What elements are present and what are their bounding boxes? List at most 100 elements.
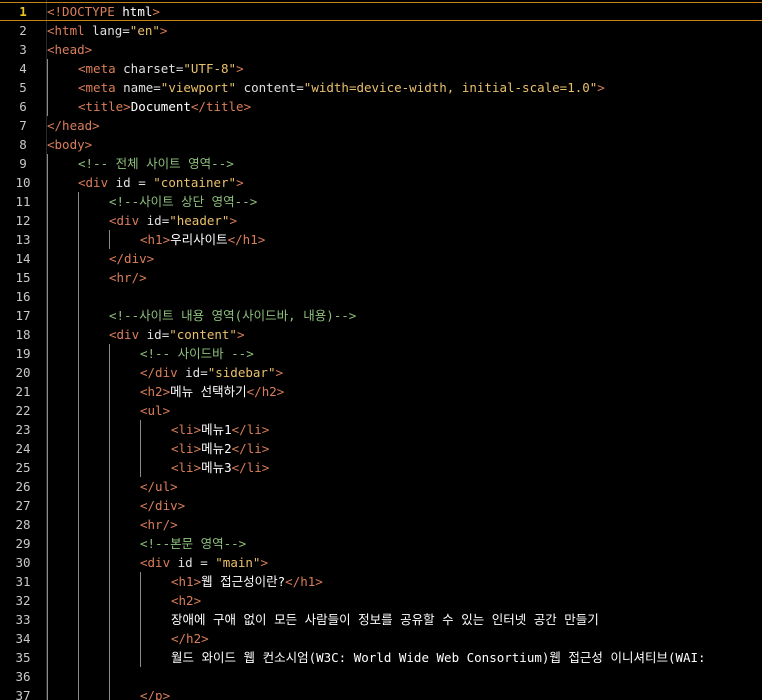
code-line[interactable]: 29 <!--본문 영역--> xyxy=(0,534,762,553)
code-line[interactable]: 3 <head> xyxy=(0,40,762,59)
code-text: <body> xyxy=(47,135,92,154)
line-number: 29 xyxy=(15,536,31,551)
code-line[interactable]: 8 <body> xyxy=(0,135,762,154)
code-line[interactable]: 32 <h2> xyxy=(0,591,762,610)
line-number: 11 xyxy=(15,194,31,209)
line-number: 4 xyxy=(19,61,27,76)
code-token-tag: <hr/> xyxy=(140,517,178,532)
code-token-tag: <li> xyxy=(171,460,202,475)
code-token-string: "content" xyxy=(169,327,237,342)
code-token-string: "width=device-width, initial-scale=1.0" xyxy=(303,80,598,95)
code-line[interactable]: 10 <div id = "container"> xyxy=(0,173,762,192)
code-token-tag: <h2> xyxy=(140,384,171,399)
line-number: 14 xyxy=(15,251,31,266)
code-token-attribute: id = xyxy=(177,555,216,570)
code-line[interactable]: 12 <div id="header"> xyxy=(0,211,762,230)
code-line[interactable]: 27 </div> xyxy=(0,496,762,515)
code-token-comment: <!--본문 영역--> xyxy=(140,536,247,551)
code-line[interactable]: 5 <meta name="viewport" content="width=de… xyxy=(0,78,762,97)
line-number: 25 xyxy=(15,460,31,475)
code-line[interactable]: 2 <html lang="en"> xyxy=(0,21,762,40)
line-number: 30 xyxy=(15,555,31,570)
code-text: <!--본문 영역--> xyxy=(140,534,246,553)
code-line[interactable]: 15 <hr/> xyxy=(0,268,762,287)
code-token-tag: </h2> xyxy=(171,631,209,646)
code-text: <h2>메뉴 선택하기</h2> xyxy=(140,382,284,401)
code-line[interactable]: 31 <h1>웹 접근성이란?</h1> xyxy=(0,572,762,591)
code-text: <h1>웹 접근성이란?</h1> xyxy=(171,572,323,591)
code-token-tag: <h1> xyxy=(140,232,171,247)
code-token-string: "header" xyxy=(169,213,230,228)
code-line[interactable]: 7 </head> xyxy=(0,116,762,135)
code-line[interactable]: 22 <ul> xyxy=(0,401,762,420)
code-line[interactable]: 6 <title>Document</title> xyxy=(0,97,762,116)
code-line[interactable]: 13 <h1>우리사이트</h1> xyxy=(0,230,762,249)
code-token-string: "viewport" xyxy=(160,80,237,95)
line-number: 26 xyxy=(15,479,31,494)
code-line[interactable]: 18 <div id="content"> xyxy=(0,325,762,344)
code-token-tag: <hr/> xyxy=(109,270,147,285)
code-token-attribute: lang= xyxy=(92,23,130,38)
code-line[interactable]: 30 <div id = "main"> xyxy=(0,553,762,572)
code-token-tag: </head> xyxy=(47,118,100,133)
code-line[interactable]: 14 </div> xyxy=(0,249,762,268)
code-token-tag: </h2> xyxy=(246,384,285,399)
code-line[interactable]: 23 <li>메뉴1</li> xyxy=(0,420,762,439)
code-token-tag: <meta xyxy=(78,61,124,76)
code-line[interactable]: 34 </h2> xyxy=(0,629,762,648)
code-token-attribute: id = xyxy=(115,175,154,190)
line-number: 8 xyxy=(19,137,27,152)
code-line[interactable]: 1 <!DOCTYPE html> xyxy=(0,2,762,21)
code-token-text: 메뉴2 xyxy=(201,441,232,456)
code-text: <h2> xyxy=(171,591,201,610)
code-token-tag: </p> xyxy=(140,688,171,700)
code-editor[interactable]: 1 <!DOCTYPE html> 2 <html lang="en"> 3 <head>… xyxy=(0,0,762,700)
code-token-comment: <!--사이트 내용 영역(사이드바, 내용)--> xyxy=(109,308,357,323)
code-token-tag: <ul> xyxy=(140,403,171,418)
code-line[interactable]: 17 <!--사이트 내용 영역(사이드바, 내용)--> xyxy=(0,306,762,325)
code-line[interactable]: 25 <li>메뉴3</li> xyxy=(0,458,762,477)
code-text: 월드 와이드 웹 컨소시엄(W3C: World Wide Web Consor… xyxy=(171,648,706,667)
code-token-attribute: content= xyxy=(236,80,304,95)
code-line[interactable]: 28 <hr/> xyxy=(0,515,762,534)
line-number: 10 xyxy=(15,175,31,190)
code-token-tag: <head> xyxy=(47,42,93,57)
code-line[interactable]: 36 xyxy=(0,667,762,686)
code-token-comment: <!-- 전체 사이트 영역--> xyxy=(78,156,234,171)
code-token-text: html xyxy=(122,4,153,19)
code-text: <meta name="viewport" content="width=dev… xyxy=(78,78,605,97)
code-token-comment: <!--사이트 상단 영역--> xyxy=(109,194,258,209)
code-line[interactable]: 21 <h2>메뉴 선택하기</h2> xyxy=(0,382,762,401)
line-number: 21 xyxy=(15,384,31,399)
code-line[interactable]: 16 xyxy=(0,287,762,306)
code-line[interactable]: 24 <li>메뉴2</li> xyxy=(0,439,762,458)
line-number: 19 xyxy=(15,346,31,361)
code-line[interactable]: 26 </ul> xyxy=(0,477,762,496)
code-token-tag: <h2> xyxy=(171,593,202,608)
code-token-attribute: name= xyxy=(123,80,161,95)
code-token-tag: > xyxy=(236,61,244,76)
code-line[interactable]: 19 <!-- 사이드바 --> xyxy=(0,344,762,363)
line-number: 37 xyxy=(15,688,31,700)
code-line[interactable]: 11 <!--사이트 상단 영역--> xyxy=(0,192,762,211)
line-number: 2 xyxy=(19,23,27,38)
code-line[interactable]: 35 월드 와이드 웹 컨소시엄(W3C: World Wide Web Cons… xyxy=(0,648,762,667)
code-text: <!--사이트 내용 영역(사이드바, 내용)--> xyxy=(109,306,356,325)
line-number: 3 xyxy=(19,42,27,57)
code-token-text: 메뉴1 xyxy=(201,422,232,437)
code-token-tag: </li> xyxy=(231,460,270,475)
code-token-text: 월드 와이드 웹 컨소시엄(W3C: World Wide Web Consor… xyxy=(171,650,706,665)
code-text: <hr/> xyxy=(109,268,147,287)
code-line[interactable]: 20 </div id="sidebar"> xyxy=(0,363,762,382)
code-line[interactable]: 4 <meta charset="UTF-8"> xyxy=(0,59,762,78)
code-text: <!--사이트 상단 영역--> xyxy=(109,192,257,211)
code-text: </div id="sidebar"> xyxy=(140,363,283,382)
code-line[interactable]: 9 <!-- 전체 사이트 영역--> xyxy=(0,154,762,173)
code-line[interactable]: 33 장애에 구애 없이 모든 사람들이 정보를 공유할 수 있는 인터넷 공간 … xyxy=(0,610,762,629)
line-number: 32 xyxy=(15,593,31,608)
code-text: <li>메뉴1</li> xyxy=(171,420,269,439)
code-token-attribute: id= xyxy=(185,365,208,380)
code-line[interactable]: 37 </p> xyxy=(0,686,762,700)
code-text: </div> xyxy=(109,249,154,268)
line-number: 13 xyxy=(15,232,31,247)
